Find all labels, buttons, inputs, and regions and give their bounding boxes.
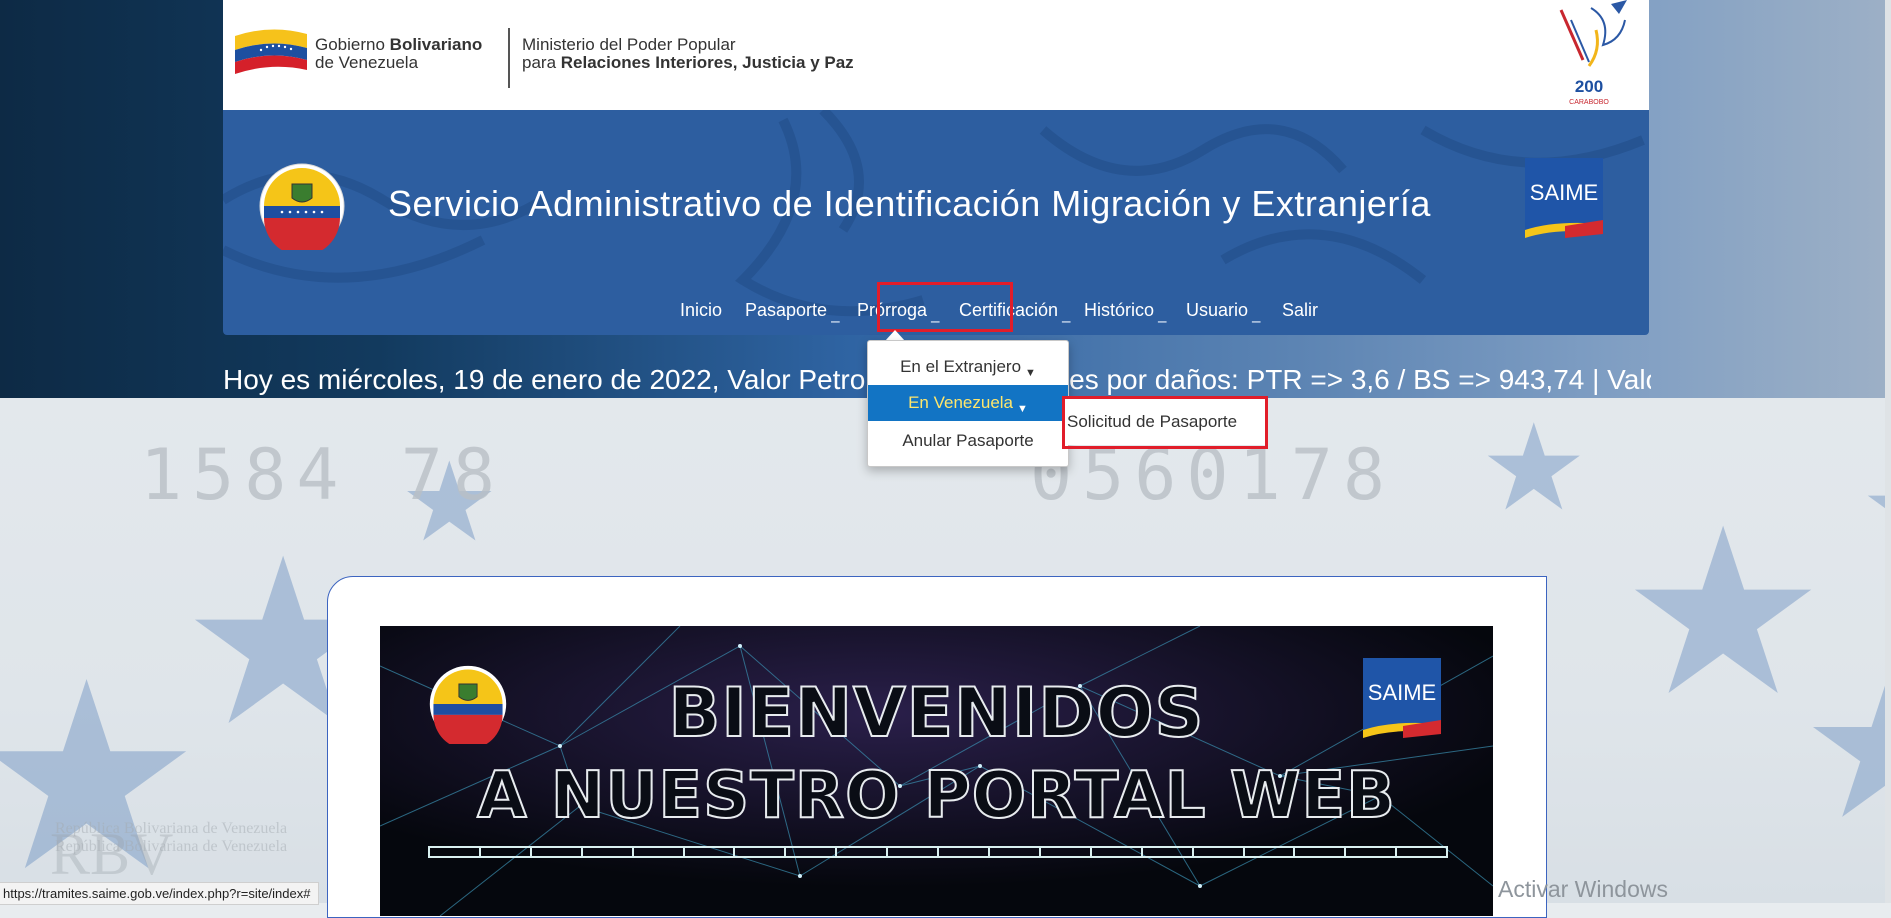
divider [508, 28, 510, 88]
bicentennial-caption: CARABOBO [1569, 99, 1609, 106]
nav-historico[interactable]: Histórico ▁ [1084, 290, 1166, 330]
highlight-box-pasaporte [877, 282, 1013, 332]
braille-watermark: 1584 78 [140, 434, 506, 516]
scrollbar[interactable] [1885, 0, 1891, 903]
banner-progress-bar [428, 846, 1448, 858]
saime-logo-icon: SAIME [1525, 158, 1603, 238]
nav-salir[interactable]: Salir [1282, 290, 1318, 330]
star-decoration: ★ [1480, 401, 1588, 535]
saime-logo-text: SAIME [1368, 680, 1436, 705]
menu-item-en-el-extranjero[interactable]: En el Extranjero ▼ [868, 349, 1068, 385]
bicentennial-number: 200 [1575, 77, 1603, 96]
activate-windows-watermark: Activar Windows [1498, 876, 1668, 902]
bicentennial-logo-icon: 200 CARABOBO [1559, 0, 1627, 106]
nav-usuario[interactable]: Usuario ▁ [1186, 290, 1261, 330]
government-bar: Gobierno Bolivariano de Venezuela Minist… [223, 0, 1649, 110]
star-decoration: ★ [1620, 484, 1827, 741]
caret-down-icon: ▁ [1252, 311, 1261, 323]
saime-logo-icon: SAIME [1363, 658, 1441, 738]
venezuela-shield-icon [259, 163, 345, 250]
watermark-text: República Bolivariana de Venezuela Repúb… [55, 820, 287, 856]
venezuela-flag-icon [235, 29, 307, 74]
status-bar-url: https://tramites.saime.gob.ve/index.php?… [0, 882, 320, 905]
site-title: Servicio Administrativo de Identificació… [388, 183, 1431, 224]
banner-title-line2: A NUESTRO PORTAL WEB [476, 758, 1396, 834]
watermark-line: República Bolivariana de Venezuela [55, 820, 288, 837]
government-label: Gobierno Bolivariano de Venezuela [315, 35, 483, 72]
highlight-box-solicitud [1062, 396, 1268, 449]
menu-item-en-venezuela[interactable]: En Venezuela ▼ [868, 385, 1068, 421]
caret-down-icon: ▁ [1158, 311, 1167, 323]
nav-inicio[interactable]: Inicio [680, 290, 722, 330]
star-decoration: ★ [1800, 636, 1891, 859]
saime-logo-text: SAIME [1530, 180, 1598, 205]
caret-down-icon: ▁ [831, 311, 840, 323]
menu-item-anular-pasaporte[interactable]: Anular Pasaporte [868, 423, 1068, 459]
pasaporte-dropdown: En el Extranjero ▼ En Venezuela ▼ Anular P… [867, 340, 1069, 467]
caret-down-icon: ▁ [1062, 311, 1071, 323]
welcome-banner: BIENVENIDOS A NUESTRO PORTAL WEB SAIME [380, 626, 1493, 916]
nav-pasaporte[interactable]: Pasaporte ▁ [745, 290, 840, 330]
ministry-label: Ministerio del Poder Popular para Relaci… [522, 35, 854, 72]
caret-down-icon: ▼ [1017, 403, 1028, 415]
caret-down-icon: ▼ [1025, 367, 1036, 379]
watermark-line: República Bolivariana de Venezuela [55, 838, 288, 855]
banner-title-line1: BIENVENIDOS [667, 673, 1205, 754]
